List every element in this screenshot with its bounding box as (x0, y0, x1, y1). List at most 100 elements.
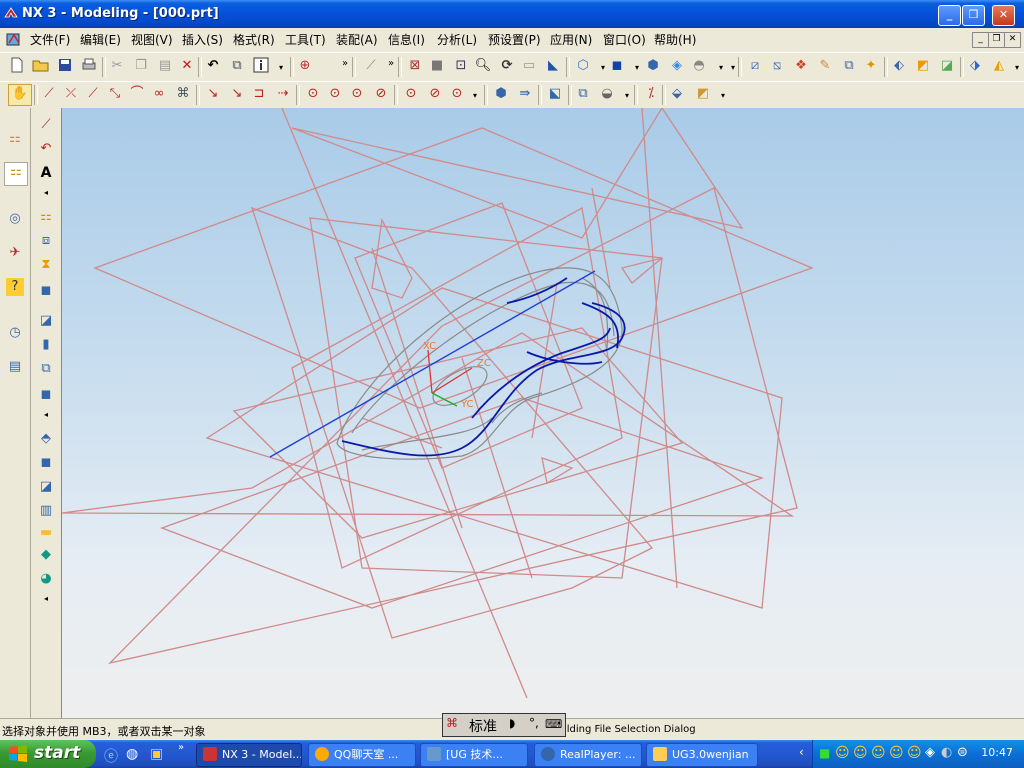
extrude-icon[interactable]: ⇛ (516, 85, 534, 103)
graphics-viewport[interactable]: XC ZC YC (62, 108, 1024, 718)
surface-through-curves-icon[interactable]: ⬘ (37, 430, 55, 448)
orient-view-icon[interactable]: ▭ (520, 57, 538, 75)
menu-edit[interactable]: 编辑(E) (80, 31, 121, 48)
edit-object-icon[interactable]: ✦ (862, 57, 880, 75)
select-all-icon[interactable]: ⬖ (890, 57, 908, 75)
quicklaunch-overflow-icon[interactable]: » (178, 742, 184, 753)
arc-icon[interactable]: ⌒ (128, 85, 146, 103)
revolve-icon[interactable]: ⬕ (546, 85, 564, 103)
sphere-icon[interactable]: ⧉ (37, 360, 55, 378)
volume-tray-icon[interactable]: ◐ (941, 745, 952, 760)
task-ug-folder[interactable]: UG3.0wenjian (646, 743, 758, 767)
offset-surface-icon[interactable]: ▬ (37, 524, 55, 542)
web-browser-icon[interactable]: ◎ (6, 210, 24, 228)
ie-quicklaunch-icon[interactable]: ⓔ (104, 746, 118, 766)
sketch-icon[interactable]: ⚏ (37, 208, 55, 226)
menu-information[interactable]: 信息(I) (388, 31, 425, 48)
extrude-body-icon[interactable]: ⧈ (37, 232, 55, 250)
menu-preferences[interactable]: 预设置(P) (488, 31, 541, 48)
measure-icon[interactable]: ⧉ (574, 85, 592, 103)
browser-quicklaunch-icon[interactable]: ◍ (126, 746, 138, 762)
menu-analysis[interactable]: 分析(L) (437, 31, 477, 48)
tray-expand-icon[interactable]: ‹ (799, 745, 804, 759)
system-materials-icon[interactable]: ▤ (6, 358, 24, 376)
history-palette-icon[interactable]: ✈ (6, 244, 24, 262)
minimize-button[interactable]: _ (938, 5, 961, 26)
qq-tray-icon[interactable]: ☺ (835, 745, 850, 761)
menu-application[interactable]: 应用(N) (550, 31, 592, 48)
menu-tools[interactable]: 工具(T) (285, 31, 326, 48)
qq-tray-icon[interactable]: ☺ (889, 745, 904, 761)
render-style-icon[interactable]: ⬢ (644, 57, 662, 75)
dropdown-arrow-icon[interactable]: ▾ (1008, 59, 1024, 77)
text-tool-icon[interactable]: A (37, 164, 55, 182)
title-bar[interactable]: NX 3 - Modeling - [000.prt] _ ❐ ✕ (0, 0, 1024, 28)
line-icon[interactable]: ⟋ (84, 85, 102, 103)
menu-format[interactable]: 格式(R) (233, 31, 275, 48)
hidden-edges-icon[interactable]: ◓ (690, 57, 708, 75)
surface-icon[interactable]: ◒ (598, 85, 616, 103)
mesh-icon[interactable]: ⬙ (668, 85, 686, 103)
line-icon[interactable]: ⟋ (37, 116, 55, 134)
line-point-icon[interactable]: ⤡ (106, 85, 124, 103)
snap-existing-icon[interactable]: ⊙ (448, 85, 466, 103)
menu-assembly[interactable]: 装配(A) (336, 31, 378, 48)
new-file-icon[interactable] (8, 57, 26, 75)
ime-mode[interactable]: 标准 (469, 716, 497, 736)
boolean-icon[interactable]: ◼ (37, 386, 55, 404)
cone-icon[interactable]: ▮ (37, 336, 55, 354)
mdi-minimize-button[interactable]: _ (972, 32, 989, 48)
expand-arrow-icon[interactable]: ◂ (37, 184, 55, 202)
mdi-restore-button[interactable]: ❐ (988, 32, 1005, 48)
trim-body-icon[interactable]: ◕ (37, 570, 55, 588)
document-icon[interactable] (6, 31, 22, 47)
snap-quadrant-icon[interactable]: ⊘ (426, 85, 444, 103)
ime-logo-icon[interactable]: ⌘ (446, 716, 458, 730)
rotate-icon[interactable]: ⟳ (498, 57, 516, 75)
basic-curves-icon[interactable]: ⟋ (40, 85, 58, 103)
dropdown-arrow-icon[interactable]: ▾ (466, 87, 484, 105)
circle-center-icon[interactable]: ⊙ (304, 85, 322, 103)
clock[interactable]: 10:47 (981, 746, 1013, 759)
point-icon[interactable]: ⤫ (62, 85, 80, 103)
app-quicklaunch-icon[interactable]: ▣ (150, 746, 163, 762)
curve-group-icon[interactable]: ⌘ (174, 85, 192, 103)
wireframe-icon[interactable]: ◈ (668, 57, 686, 75)
object-display-icon[interactable]: ◩ (914, 57, 932, 75)
work-view-icon[interactable]: ⧉ (840, 57, 858, 75)
qq-tray-icon[interactable]: ☺ (907, 745, 922, 761)
transform-icon[interactable]: ◭ (990, 57, 1008, 75)
tray-app-icon[interactable]: ■ (819, 746, 830, 760)
cut-icon[interactable]: ✂ (108, 57, 126, 75)
repeat-command-icon[interactable]: ⧉ (228, 57, 246, 75)
qq-tray-icon[interactable]: ☺ (871, 745, 886, 761)
task-realplayer[interactable]: RealPlayer: ... (534, 743, 642, 767)
circle-tangent-icon[interactable]: ⊙ (326, 85, 344, 103)
save-icon[interactable] (56, 57, 74, 75)
ime-halfwidth-icon[interactable]: ◗ (509, 716, 515, 730)
chamfer-icon[interactable]: ↘ (228, 85, 246, 103)
paste-icon[interactable]: ▤ (156, 57, 174, 75)
fit-view-icon[interactable]: ⊠ (406, 57, 424, 75)
assembly-navigator-icon[interactable]: ⚏ (6, 130, 24, 148)
dropdown-arrow-icon[interactable]: ▾ (714, 87, 732, 105)
task-qq-chat[interactable]: QQ聊天室 ... (308, 743, 416, 767)
menu-insert[interactable]: 插入(S) (182, 31, 223, 48)
copy-layer-icon[interactable]: ✎ (816, 57, 834, 75)
snap-center-icon[interactable]: ⊙ (402, 85, 420, 103)
layer-settings-icon[interactable]: ⧅ (768, 57, 786, 75)
maximize-button[interactable]: ❐ (962, 5, 985, 26)
circle-edit-icon[interactable]: ⊘ (372, 85, 390, 103)
undo-icon[interactable]: ↶ (204, 57, 222, 75)
zoom-window-icon[interactable]: ■ (428, 57, 446, 75)
expand-arrow-icon[interactable]: ◂ (37, 406, 55, 424)
task-ug-tech[interactable]: [UG 技术... (420, 743, 528, 767)
swept-icon[interactable]: ◼ (37, 454, 55, 472)
view-cube-icon[interactable]: ◼ (608, 57, 626, 75)
delete-icon[interactable]: ✕ (178, 57, 196, 75)
move-layer-icon[interactable]: ❖ (792, 57, 810, 75)
menu-file[interactable]: 文件(F) (30, 31, 70, 48)
bounded-plane-icon[interactable]: ◪ (37, 478, 55, 496)
ime-keyboard-icon[interactable]: ⌨ (545, 717, 562, 731)
shaded-cube-icon[interactable]: ⬡ (574, 57, 592, 75)
